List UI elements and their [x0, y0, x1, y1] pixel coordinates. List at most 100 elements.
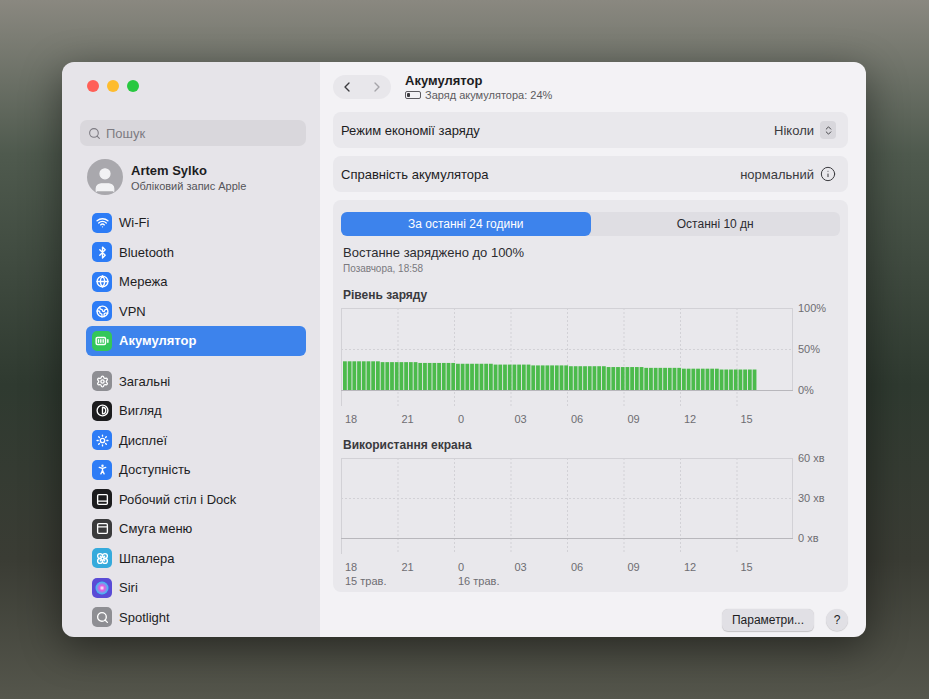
chart-bar[interactable]	[724, 370, 728, 391]
chart-bar[interactable]	[739, 370, 743, 391]
chart-bar[interactable]	[611, 367, 615, 390]
chart-bar[interactable]	[390, 362, 394, 390]
chart-bar[interactable]	[428, 363, 432, 390]
chart-bar[interactable]	[710, 369, 714, 390]
setting-value[interactable]: Ніколи	[774, 121, 836, 139]
chart-bar[interactable]	[432, 363, 436, 390]
chart-bar[interactable]	[545, 365, 549, 390]
sidebar-item[interactable]: Spotlight	[86, 603, 306, 633]
chart-bar[interactable]	[668, 368, 672, 390]
sidebar-item[interactable]: Вигляд	[86, 396, 306, 426]
chart-bar[interactable]	[357, 361, 361, 390]
chart-bar[interactable]	[706, 369, 710, 390]
chart-bar[interactable]	[348, 361, 352, 390]
chart-bar[interactable]	[588, 366, 592, 390]
chart-bar[interactable]	[517, 365, 521, 390]
chart-bar[interactable]	[513, 365, 517, 390]
chart-bar[interactable]	[687, 369, 691, 390]
chart-bar[interactable]	[475, 364, 479, 390]
sidebar-item[interactable]: Дисплеї	[86, 426, 306, 456]
chart-bar[interactable]	[385, 362, 389, 390]
chart-bar[interactable]	[527, 365, 531, 390]
chart-bar[interactable]	[555, 365, 559, 390]
close-button[interactable]	[87, 80, 99, 92]
chart-bar[interactable]	[682, 369, 686, 390]
chart-bar[interactable]	[409, 362, 413, 390]
chart-bar[interactable]	[465, 364, 469, 390]
chart-bar[interactable]	[371, 361, 375, 390]
account-row[interactable]: Artem SylkoОбліковий запис Apple	[87, 158, 306, 196]
chart-bar[interactable]	[343, 361, 347, 390]
chart-bar[interactable]	[729, 370, 733, 391]
chart-bar[interactable]	[574, 366, 578, 390]
chart-bar[interactable]	[701, 369, 705, 390]
sidebar-item[interactable]: Доступність	[86, 455, 306, 485]
forward-button[interactable]	[369, 79, 385, 95]
chart-bar[interactable]	[640, 367, 644, 390]
chart-bar[interactable]	[597, 366, 601, 390]
help-button[interactable]: ?	[826, 609, 848, 631]
chart-bar[interactable]	[734, 370, 738, 391]
chart-bar[interactable]	[470, 364, 474, 390]
chart-bar[interactable]	[616, 367, 620, 390]
chart-bar[interactable]	[654, 368, 658, 390]
range-tab[interactable]: Останні 10 дн	[591, 212, 841, 236]
chart-bar[interactable]	[658, 368, 662, 390]
chart-bar[interactable]	[437, 363, 441, 390]
chart-bar[interactable]	[550, 365, 554, 390]
chart-bar[interactable]	[531, 365, 535, 390]
chart-bar[interactable]	[362, 361, 366, 390]
chart-bar[interactable]	[484, 364, 488, 390]
chart-bar[interactable]	[480, 364, 484, 390]
minimize-button[interactable]	[107, 80, 119, 92]
chart-bar[interactable]	[649, 368, 653, 390]
chart-bar[interactable]	[442, 363, 446, 390]
chart-bar[interactable]	[748, 370, 752, 391]
chart-bar[interactable]	[456, 364, 460, 390]
sidebar-item[interactable]: Мережа	[86, 267, 306, 297]
setting-row[interactable]: Справність акумуляторанормальний	[333, 156, 848, 192]
chart-bar[interactable]	[564, 365, 568, 390]
chart-bar[interactable]	[635, 367, 639, 390]
chart-bar[interactable]	[753, 370, 757, 391]
chart-bar[interactable]	[503, 365, 507, 390]
sidebar-item[interactable]: Загальні	[86, 367, 306, 397]
chart-bar[interactable]	[381, 362, 385, 390]
sidebar-item[interactable]: Wi-Fi	[86, 208, 306, 238]
chart-bar[interactable]	[607, 367, 611, 390]
chart-bar[interactable]	[376, 361, 380, 390]
chart-bar[interactable]	[630, 367, 634, 390]
sidebar-item[interactable]: VPN	[86, 297, 306, 327]
chart-bar[interactable]	[447, 363, 451, 390]
chart-bar[interactable]	[418, 363, 422, 390]
chart-bar[interactable]	[494, 365, 498, 390]
chart-bar[interactable]	[451, 363, 455, 390]
chart-bar[interactable]	[583, 366, 587, 390]
info-icon[interactable]	[820, 166, 836, 182]
chart-bar[interactable]	[414, 362, 418, 390]
setting-row[interactable]: Режим економії зарядуНіколи	[333, 112, 848, 148]
chart-bar[interactable]	[498, 365, 502, 390]
sidebar-item[interactable]: Робочий стіл і Dock	[86, 485, 306, 515]
chart-bar[interactable]	[404, 362, 408, 390]
sidebar-item[interactable]: Siri	[86, 573, 306, 603]
chart-bar[interactable]	[663, 368, 667, 390]
chart-bar[interactable]	[522, 365, 526, 390]
chart-bar[interactable]	[352, 361, 356, 390]
chart-bar[interactable]	[461, 364, 465, 390]
range-tab[interactable]: За останні 24 години	[341, 212, 591, 236]
chart-bar[interactable]	[508, 365, 512, 390]
chart-bar[interactable]	[621, 367, 625, 390]
chart-bar[interactable]	[423, 363, 427, 390]
chart-bar[interactable]	[367, 361, 371, 390]
chart-bar[interactable]	[720, 370, 724, 391]
chart-bar[interactable]	[541, 365, 545, 390]
sidebar-item[interactable]: Смуга меню	[86, 514, 306, 544]
chart-bar[interactable]	[691, 369, 695, 390]
options-button[interactable]: Параметри...	[722, 609, 814, 631]
chart-bar[interactable]	[578, 366, 582, 390]
chart-bar[interactable]	[743, 370, 747, 391]
chart-bar[interactable]	[673, 368, 677, 390]
chart-bar[interactable]	[626, 367, 630, 390]
chart-bar[interactable]	[677, 368, 681, 390]
